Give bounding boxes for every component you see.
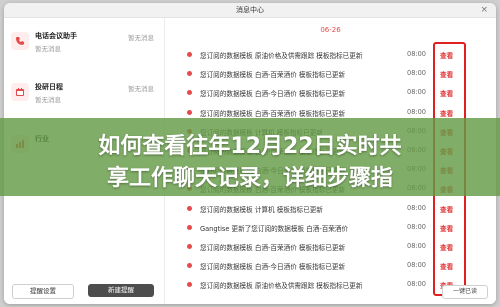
message-text: 您订阅的数据模板 白酒-百荣酒价 模板指标已更新 bbox=[200, 71, 346, 80]
banner-line-2: 享工作聊天记录，详细步骤指 bbox=[106, 166, 393, 191]
alert-dot-icon bbox=[187, 224, 192, 230]
message-text: 您订阅的数据模板 计算机 模板指标已更新 bbox=[200, 205, 323, 214]
alert-dot-icon bbox=[187, 52, 192, 57]
conversation-status: 暂无消息 bbox=[128, 34, 154, 42]
sidebar-footer: 提醒设置 新建提醒 bbox=[4, 278, 164, 304]
conversation-name: 投研日程 bbox=[35, 83, 63, 91]
window-title: 消息中心 bbox=[236, 6, 264, 14]
message-text: 您订阅的数据模板 白酒-百荣酒价 模板指标已更新 bbox=[200, 109, 346, 118]
alert-dot-icon bbox=[187, 205, 192, 211]
new-reminder-button[interactable]: 新建提醒 bbox=[88, 284, 154, 297]
message-text: Gangtise 更新了您订阅的数据模板 白酒-百荣酒价 bbox=[200, 224, 349, 233]
message-time: 08:00 bbox=[407, 69, 427, 78]
alert-dot-icon bbox=[187, 109, 192, 115]
alert-dot-icon bbox=[187, 244, 192, 249]
message-time: 08:00 bbox=[407, 107, 427, 116]
message-text: 您订阅的数据模板 白酒-今日酒价 模板指标已更新 bbox=[200, 90, 346, 99]
alert-dot-icon bbox=[187, 90, 192, 96]
close-icon[interactable]: × bbox=[480, 3, 488, 17]
message-time: 08:00 bbox=[407, 203, 427, 212]
message-text: 您订阅的数据模板 白酒-百荣酒价 模板指标已更新 bbox=[200, 244, 346, 252]
message-time: 08:00 bbox=[407, 280, 427, 289]
message-time: 08:00 bbox=[407, 242, 427, 250]
alert-dot-icon bbox=[187, 282, 192, 288]
message-text: 您订阅的数据模板 原油价格及供需跟踪 模板指标已更新 bbox=[200, 52, 363, 60]
reminder-settings-button[interactable]: 提醒设置 bbox=[12, 284, 74, 299]
banner-line-1: 如何查看往年12月22日实时共 bbox=[98, 134, 402, 159]
title-overlay-banner: 如何查看往年12月22日实时共 享工作聊天记录，详细步骤指 bbox=[0, 118, 500, 196]
phone-icon bbox=[11, 32, 29, 50]
date-separator: 06-26 bbox=[320, 26, 341, 34]
mark-all-read-button[interactable]: 一键已读 bbox=[442, 285, 488, 299]
message-time: 08:00 bbox=[407, 88, 427, 97]
title-bar: 消息中心 × bbox=[4, 3, 496, 18]
message-text: 您订阅的数据模板 白酒-今日酒价 模板指标已更新 bbox=[200, 263, 346, 272]
alert-dot-icon bbox=[187, 71, 192, 77]
conversation-preview: 暂无消息 bbox=[35, 45, 61, 53]
alert-dot-icon bbox=[187, 263, 192, 269]
message-text: 您订阅的数据模板 原油价格及供需跟踪 模板指标已更新 bbox=[200, 282, 363, 291]
conversation-name: 电话会议助手 bbox=[35, 32, 77, 40]
conversation-item-phone-assistant[interactable]: 电话会议助手 暂无消息 暂无消息 bbox=[4, 22, 164, 62]
message-time: 08:00 bbox=[407, 261, 427, 270]
conversation-item-research-schedule[interactable]: 投研日程 暂无消息 暂无消息 bbox=[4, 73, 164, 113]
message-time: 08:00 bbox=[407, 50, 427, 58]
conversation-status: 暂无消息 bbox=[128, 85, 154, 93]
conversation-preview: 暂无消息 bbox=[35, 96, 61, 104]
message-time: 08:00 bbox=[407, 222, 427, 231]
calendar-icon bbox=[11, 83, 29, 101]
